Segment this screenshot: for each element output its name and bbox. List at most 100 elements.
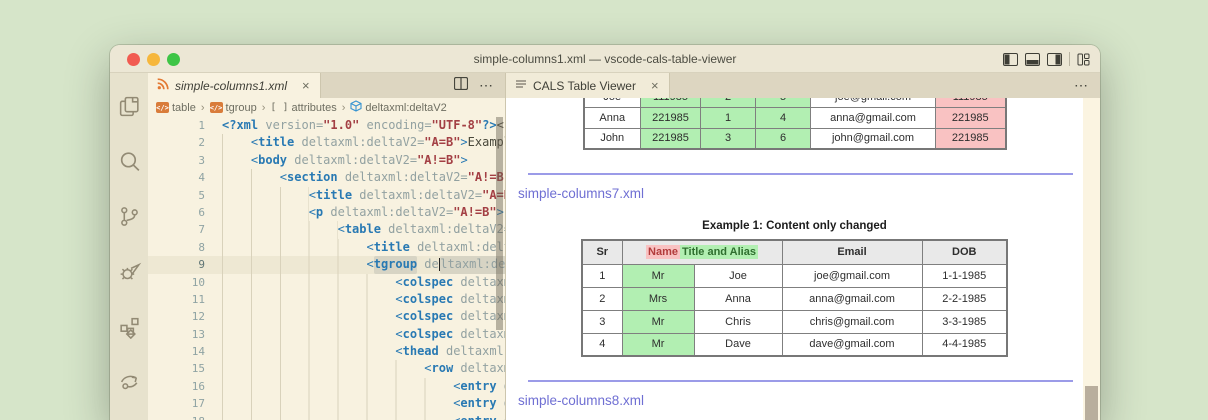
indent-guides — [222, 413, 453, 420]
table-cell: chris@gmail.com — [782, 310, 922, 333]
indent-guides — [222, 256, 366, 273]
code-line[interactable]: 15<row deltaxml — [148, 360, 505, 377]
xml-feed-icon — [157, 78, 169, 93]
code-line[interactable]: 12<colspec deltaxml — [148, 308, 505, 325]
extensions-icon[interactable] — [117, 314, 142, 339]
indent-guides — [222, 221, 338, 238]
window-title: simple-columns1.xml — vscode-cals-table-… — [110, 45, 1100, 73]
code-token: section — [287, 169, 338, 186]
webview-scrolled-page: Joe11198525joe@gmail.com111985Anna221985… — [506, 98, 1083, 420]
table-row: Joe11198525joe@gmail.com111985 — [584, 98, 1006, 107]
code-line[interactable]: 18<entry de — [148, 413, 505, 420]
symbol-tag-icon: </> — [210, 102, 223, 113]
table-caption: Example 1: Content only changed — [506, 220, 1083, 232]
code-line[interactable]: 6<p deltaxml:deltaV2="A!=B"> — [148, 204, 505, 221]
breadcrumb-label: deltaxml:deltaV2 — [365, 102, 446, 114]
viewer-tabbar: CALS Table Viewer × ⋯ — [506, 73, 1100, 98]
breadcrumb-item-attributes[interactable]: [ ]attributes — [270, 102, 336, 114]
code-line[interactable]: 8<title deltaxml:deltaV — [148, 239, 505, 256]
table-cell: 1 — [582, 264, 622, 287]
code-token: title — [374, 239, 410, 256]
layout-controls — [1003, 45, 1090, 73]
more-actions-icon[interactable]: ⋯ — [1074, 77, 1089, 94]
breadcrumb-separator: › — [262, 102, 266, 114]
table-cell: 1 — [701, 107, 756, 128]
editor-scrollbar[interactable] — [496, 117, 503, 330]
webview-file-heading: simple-columns7.xml — [518, 186, 1083, 201]
code-token: p — [316, 204, 323, 221]
table-row: 3MrChrischris@gmail.com3-3-1985 — [582, 310, 1007, 333]
code-token: de — [497, 395, 505, 412]
code-line[interactable]: 11<colspec deltaxml — [148, 291, 505, 308]
split-editor-icon[interactable] — [454, 77, 468, 95]
code-line[interactable]: 10<colspec deltaxml — [148, 274, 505, 291]
code-line[interactable]: 4<section deltaxml:deltaV2="A!=B"> — [148, 169, 505, 186]
table-cell: john@gmail.com — [811, 128, 936, 149]
indent-guides — [222, 169, 280, 186]
inserted-text: Title and Alias — [680, 245, 758, 259]
cals-table-viewer-webview: Joe11198525joe@gmail.com111985Anna221985… — [506, 98, 1100, 420]
section-divider — [528, 173, 1073, 175]
code-token: "A=B" — [424, 134, 460, 151]
table-cell: Mr — [622, 310, 694, 333]
code-line[interactable]: 7<table deltaxml:deltaV2="A — [148, 221, 505, 238]
code-token: deltaxml:deltaV2= — [323, 204, 453, 221]
breadcrumb-item-tgroup[interactable]: </>tgroup — [210, 102, 257, 114]
code-line[interactable]: 17<entry de — [148, 395, 505, 412]
table-cell: 5 — [756, 98, 811, 107]
breadcrumb-item-table[interactable]: </>table — [156, 102, 196, 114]
line-number: 6 — [148, 204, 205, 221]
code-token: xml — [236, 117, 258, 134]
code-editor[interactable]: 1<?xml version="1.0" encoding="UTF-8"?><… — [148, 117, 505, 420]
toggle-sidebar-left-icon[interactable] — [1003, 53, 1018, 66]
code-token: deltaxml — [453, 360, 505, 377]
close-icon[interactable]: × — [651, 79, 659, 92]
code-token: de — [497, 413, 505, 420]
code-line[interactable]: 13<colspec deltaxml — [148, 326, 505, 343]
line-number: 5 — [148, 187, 205, 204]
code-line-text: <row deltaxml — [205, 360, 505, 377]
search-icon[interactable] — [117, 149, 142, 174]
tab-cals-table-viewer[interactable]: CALS Table Viewer × — [506, 73, 670, 98]
code-token: entry — [460, 378, 496, 395]
code-token: <? — [222, 117, 236, 134]
source-control-icon[interactable] — [117, 204, 142, 229]
code-line[interactable]: 9<tgroup deltaxml:delta — [148, 256, 505, 273]
titlebar[interactable]: simple-columns1.xml — vscode-cals-table-… — [110, 45, 1100, 73]
breadcrumb-item-deltaxml-deltav2[interactable]: deltaxml:deltaV2 — [350, 100, 446, 115]
indent-guides — [222, 378, 453, 395]
webview-scrollbar[interactable] — [1083, 98, 1100, 420]
code-line[interactable]: 3<body deltaxml:deltaV2="A!=B"> — [148, 152, 505, 169]
table-row: 1MrJoejoe@gmail.com1-1-1985 — [582, 264, 1007, 287]
toggle-sidebar-right-icon[interactable] — [1047, 53, 1062, 66]
symbol-array-icon: [ ] — [270, 102, 288, 113]
code-line[interactable]: 5<title deltaxml:deltaV2="A=B"> — [148, 187, 505, 204]
code-line-text: <title deltaxml:deltaV — [205, 239, 505, 256]
code-line[interactable]: 2<title deltaxml:deltaV2="A=B">Examples — [148, 134, 505, 151]
code-token: < — [251, 134, 258, 151]
run-and-debug-icon[interactable] — [117, 259, 142, 284]
toggle-panel-icon[interactable] — [1025, 53, 1040, 66]
table-cell: 111985 — [641, 98, 701, 107]
tab-simple-columns1-xml[interactable]: simple-columns1.xml × — [148, 73, 321, 98]
explorer-icon[interactable] — [117, 94, 142, 119]
webview-scrollbar-thumb[interactable] — [1085, 386, 1098, 420]
webview-content: Joe11198525joe@gmail.com111985Anna221985… — [506, 98, 1083, 420]
code-line-text: <?xml version="1.0" encoding="UTF-8"?><!… — [205, 117, 505, 134]
more-actions-icon[interactable]: ⋯ — [479, 77, 494, 94]
code-line[interactable]: 16<entry de — [148, 378, 505, 395]
code-token: < — [395, 291, 402, 308]
customize-layout-icon[interactable] — [1077, 53, 1090, 66]
code-line[interactable]: 1<?xml version="1.0" encoding="UTF-8"?><… — [148, 117, 505, 134]
code-token: colspec — [403, 308, 454, 325]
code-line[interactable]: 14<thead deltaxml:d — [148, 343, 505, 360]
table-cell: 2-2-1985 — [922, 287, 1007, 310]
code-token: < — [424, 360, 431, 377]
code-token: colspec — [403, 291, 454, 308]
table-header-row: SrNameTitle and AliasEmailDOB — [582, 240, 1007, 264]
close-icon[interactable]: × — [302, 79, 310, 92]
code-token: < — [453, 413, 460, 420]
share-icon[interactable] — [117, 369, 142, 394]
table-row: 4MrDavedave@gmail.com4-4-1985 — [582, 333, 1007, 356]
table-cell: 221985 — [936, 128, 1006, 149]
